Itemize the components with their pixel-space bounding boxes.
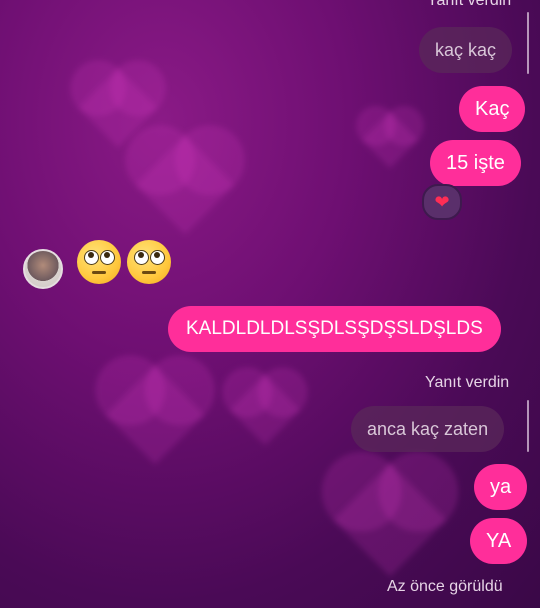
sent-message[interactable]: YA	[470, 518, 528, 564]
heart-reaction-icon[interactable]: ❤	[422, 184, 462, 220]
quoted-message[interactable]: anca kaç zaten	[351, 406, 505, 452]
sent-message[interactable]: 15 işte	[430, 140, 521, 186]
sent-message[interactable]: Kaç	[459, 86, 526, 132]
reply-indicator-line	[527, 400, 529, 452]
quoted-message[interactable]: kaç kaç	[419, 27, 513, 73]
contact-avatar[interactable]	[23, 249, 63, 289]
red-heart-icon: ❤	[434, 191, 450, 212]
background-heart-decoration	[105, 365, 205, 465]
background-heart-decoration	[361, 111, 419, 169]
reply-label: Yanıt verdin	[425, 374, 510, 391]
reply-indicator-line	[527, 12, 529, 74]
rolling-eyes-emoji-icon	[77, 240, 121, 284]
background-heart-decoration	[229, 374, 301, 446]
sent-message[interactable]: KALDLDLDLSŞDLSŞDŞSLDŞLDS	[168, 306, 501, 352]
reply-label-top: Yanıt verdin	[427, 0, 512, 9]
background-heart-decoration	[135, 135, 235, 235]
seen-status: Az önce görüldü	[387, 578, 503, 595]
sent-message[interactable]: ya	[474, 464, 528, 510]
background-heart-decoration	[333, 463, 447, 577]
rolling-eyes-emoji-icon	[127, 240, 171, 284]
